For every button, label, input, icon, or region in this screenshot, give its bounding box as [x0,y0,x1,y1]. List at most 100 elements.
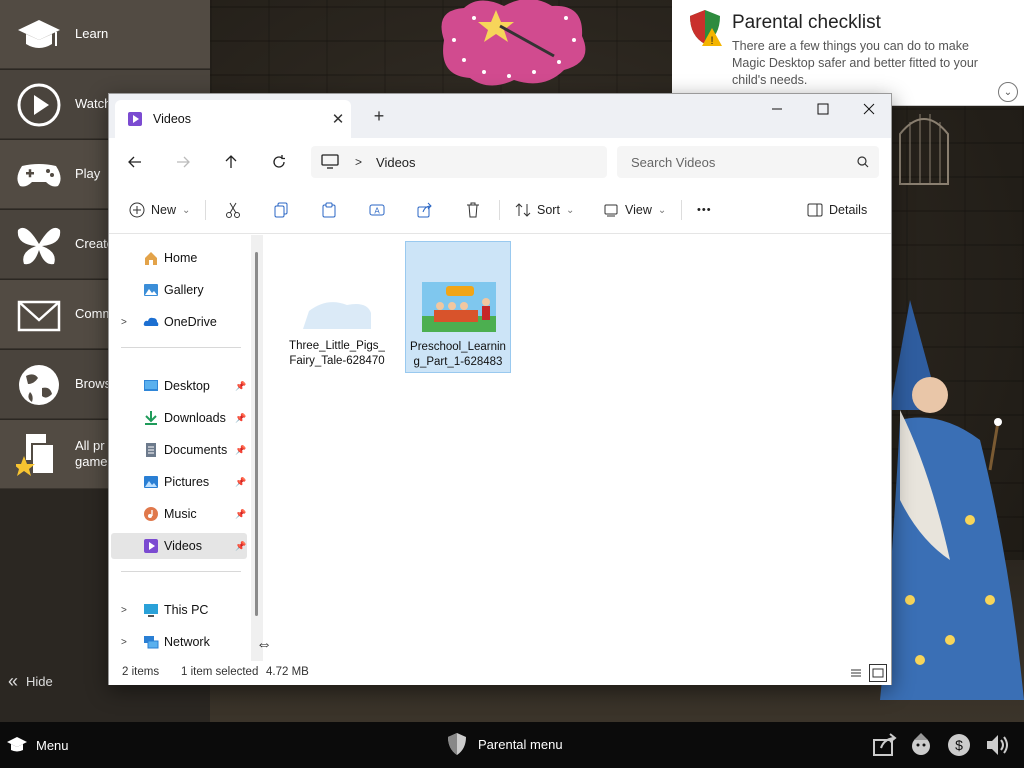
speaker-icon[interactable] [984,732,1010,758]
details-button[interactable]: Details [807,198,867,222]
forward-button[interactable] [169,148,197,176]
nav-item-this-pc[interactable]: > This PC [111,597,247,623]
clipboard-icon [322,202,336,218]
plus-circle-icon [129,202,145,218]
parental-checklist-notification[interactable]: ! Parental checklist There are a few thi… [672,0,1024,106]
tab-label: Videos [153,112,191,126]
wizard-helper-icon[interactable] [908,732,934,758]
video-thumbnail-preschool [422,282,496,332]
sort-button[interactable]: Sort ⌄ [515,198,574,222]
chevron-right-icon[interactable]: > [121,637,127,648]
back-button[interactable] [121,148,149,176]
money-icon[interactable]: $ [946,732,972,758]
close-icon [863,103,875,115]
nav-item-onedrive[interactable]: > OneDrive [111,309,247,335]
menu-button[interactable]: Menu [6,734,69,756]
copy-icon [274,202,288,218]
file-explorer-window: Videos ✕ + > Videos Search Videos New ⌄ … [108,93,892,685]
nav-item-music[interactable]: Music 📌 [111,501,247,527]
pin-icon[interactable]: 📌 [235,477,246,488]
selection-size: 4.72 MB [266,666,309,678]
up-button[interactable] [217,148,245,176]
pin-icon[interactable]: 📌 [235,541,246,552]
videos-icon [144,539,158,553]
close-button[interactable] [846,94,892,124]
nav-scrollbar-thumb[interactable] [255,252,258,616]
trash-icon [467,202,479,218]
new-button[interactable]: New ⌄ [129,198,190,222]
network-icon [144,636,159,649]
expand-chevron-icon[interactable]: ⌄ [998,82,1018,102]
svg-text:!: ! [710,35,713,46]
breadcrumb[interactable]: > Videos [311,146,607,178]
tiles-view-button[interactable] [869,664,887,682]
pin-icon[interactable]: 📌 [235,445,246,456]
pin-icon[interactable]: 📌 [235,381,246,392]
search-placeholder[interactable]: Search Videos [631,155,849,170]
search-box[interactable]: Search Videos [617,146,879,178]
minimize-button[interactable] [754,94,800,124]
view-button[interactable]: View ⌄ [603,198,666,222]
file-item-preschool-learning[interactable]: Preschool_Learning_Part_1-628483 [405,241,511,373]
large-icons-view-icon [872,668,884,678]
file-list: Three_Little_Pigs_Fairy_Tale-628470 Pres… [265,235,891,661]
nav-item-network[interactable]: > Network [111,629,247,655]
menu-item-label: Play [75,166,101,181]
taskbar: Menu Parental menu $ [0,722,1024,768]
chevron-right-icon[interactable]: > [121,605,127,616]
file-name: Preschool_Learning_Part_1-628483 [410,341,506,368]
gallery-icon [144,284,158,296]
nav-item-home[interactable]: Home [111,245,247,271]
menu-item-label: Watch [75,96,112,111]
copy-button[interactable] [273,198,289,222]
title-bar: Videos ✕ + [109,94,891,138]
svg-text:A: A [374,207,380,216]
share-button[interactable] [417,198,433,222]
more-options-button[interactable]: ••• [697,198,712,222]
pin-icon[interactable]: 📌 [235,413,246,424]
maximize-icon [817,103,829,115]
parental-menu-button[interactable]: Parental menu [446,732,563,756]
gamepad-icon [17,164,61,187]
graduation-cap-icon [18,20,60,48]
nav-item-videos[interactable]: Videos 📌 [111,533,247,559]
maximize-button[interactable] [800,94,846,124]
details-label: Details [829,203,868,217]
menu-item-learn[interactable]: Learn [0,0,210,69]
hide-label: Hide [26,674,53,689]
share-icon[interactable] [872,732,898,758]
hide-menu-button[interactable]: « Hide [8,671,53,692]
tab-close-icon[interactable]: ✕ [325,110,351,128]
chevron-down-icon: ⌄ [657,204,667,216]
minimize-icon [772,108,782,110]
rename-button[interactable]: A [369,198,385,222]
computer-icon [144,604,158,617]
nav-divider [121,347,241,348]
parental-menu-label: Parental menu [478,736,563,752]
butterfly-icon [17,227,61,265]
new-tab-button[interactable]: + [367,105,391,129]
selection-count: 1 item selected [181,666,259,678]
pin-icon[interactable]: 📌 [235,509,246,520]
menu-item-label: Brows [75,376,112,391]
chevron-right-icon: > [355,155,363,169]
breadcrumb-path[interactable]: Videos [376,155,416,170]
videos-folder-icon [128,112,142,126]
paste-button[interactable] [321,198,337,222]
nav-item-pictures[interactable]: Pictures 📌 [111,469,247,495]
details-view-button[interactable] [847,664,865,682]
nav-item-documents[interactable]: Documents 📌 [111,437,247,463]
all-programs-icon [16,434,55,476]
refresh-button[interactable] [265,148,293,176]
chevron-right-icon[interactable]: > [121,317,127,328]
nav-item-desktop[interactable]: Desktop 📌 [111,373,247,399]
more-icon: ••• [697,204,712,216]
file-item-three-little-pigs[interactable]: Three_Little_Pigs_Fairy_Tale-628470 [285,241,391,373]
cut-button[interactable] [225,198,241,222]
nav-item-downloads[interactable]: Downloads 📌 [111,405,247,431]
delete-button[interactable] [465,198,481,222]
pictures-icon [144,476,158,488]
refresh-icon [273,155,285,168]
tab-videos[interactable]: Videos ✕ [115,100,351,138]
nav-item-gallery[interactable]: Gallery [111,277,247,303]
